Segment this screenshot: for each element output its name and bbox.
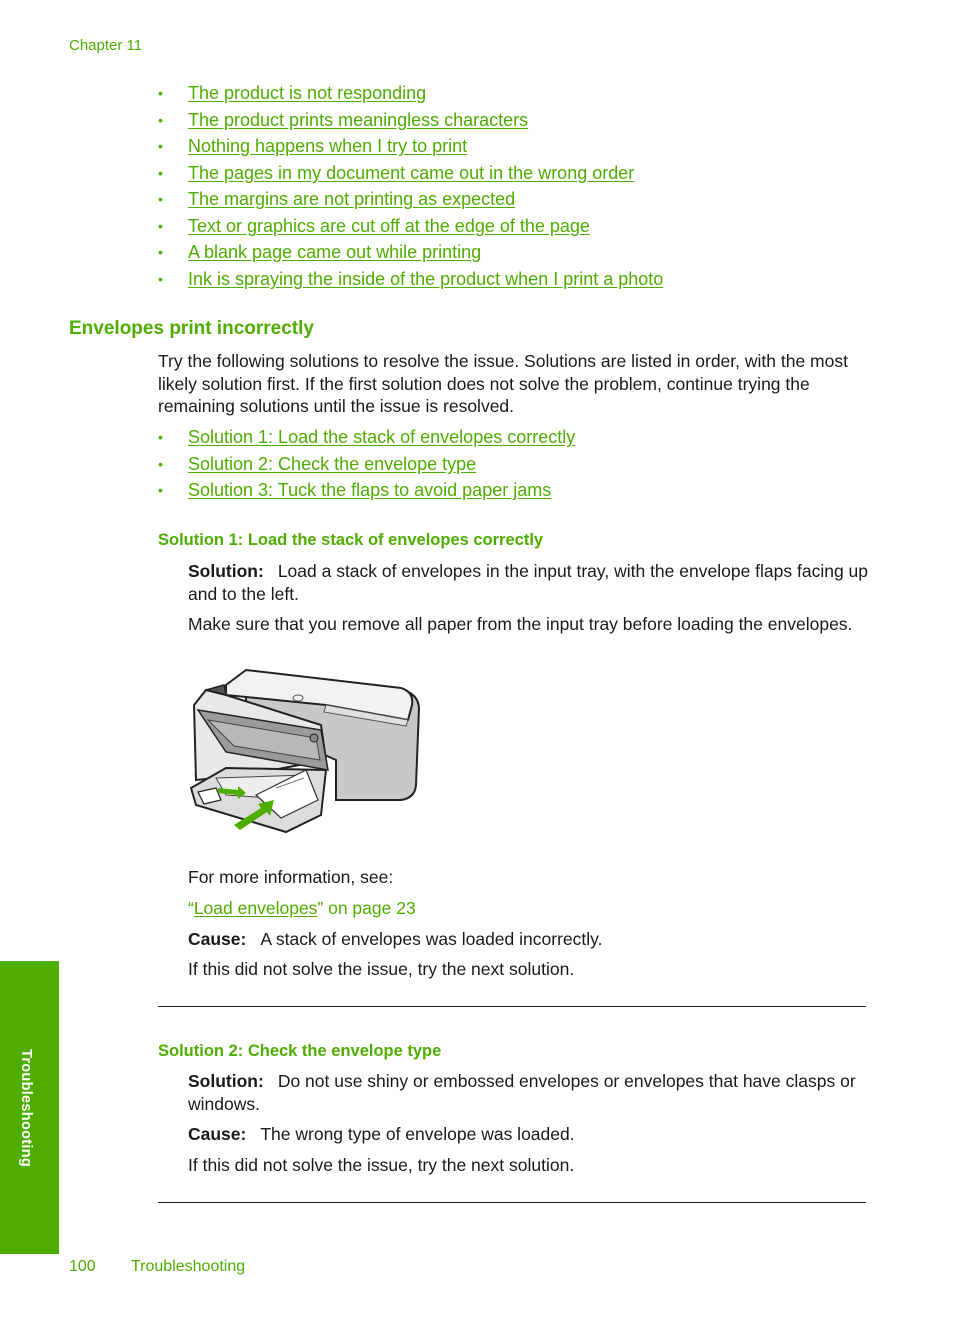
topic-link[interactable]: The product is not responding xyxy=(188,83,426,103)
solution2-cause: Cause: The wrong type of envelope was loa… xyxy=(188,1123,873,1146)
solution1-next: If this did not solve the issue, try the… xyxy=(188,959,575,979)
footer-section: Troubleshooting xyxy=(131,1258,246,1275)
bullet-icon: • xyxy=(158,455,163,472)
list-item: • The pages in my document came out in th… xyxy=(158,160,663,187)
divider xyxy=(158,1202,866,1203)
topic-link[interactable]: The margins are not printing as expected xyxy=(188,189,515,209)
solution1-cause: Cause: A stack of envelopes was loaded in… xyxy=(188,928,873,951)
solution-link[interactable]: Solution 2: Check the envelope type xyxy=(188,454,476,474)
bullet-icon: • xyxy=(158,164,163,181)
solution-link[interactable]: Solution 3: Tuck the flaps to avoid pape… xyxy=(188,480,551,500)
list-item: • Solution 3: Tuck the flaps to avoid pap… xyxy=(158,477,575,504)
bullet-icon: • xyxy=(158,429,163,445)
list-item: • The margins are not printing as expecte… xyxy=(158,186,663,213)
cause-label: Cause: xyxy=(188,1124,247,1144)
solution-label: Solution: xyxy=(188,1071,264,1091)
bullet-icon: • xyxy=(158,482,163,498)
solution1-text: Solution: Load a stack of envelopes in th… xyxy=(188,560,873,605)
bullet-icon: • xyxy=(158,138,163,154)
solution-body: Load a stack of envelopes in the input t… xyxy=(188,561,869,604)
printer-envelope-icon xyxy=(189,668,421,834)
list-item: • Solution 2: Check the envelope type xyxy=(158,451,575,478)
ref-suffix: ” on page 23 xyxy=(317,898,416,918)
bullet-icon: • xyxy=(158,111,163,128)
topic-link[interactable]: Ink is spraying the inside of the produc… xyxy=(188,269,663,289)
side-tab-label: Troubleshooting xyxy=(17,1048,34,1167)
bullet-icon: • xyxy=(158,85,163,101)
solution-label: Solution: xyxy=(188,561,264,581)
solution2-text: Solution: Do not use shiny or embossed en… xyxy=(188,1070,873,1115)
topic-link[interactable]: The pages in my document came out in the… xyxy=(188,163,634,183)
topic-link[interactable]: Text or graphics are cut off at the edge… xyxy=(188,216,590,236)
related-topics-list: • The product is not responding • The prod… xyxy=(158,80,663,292)
list-item: • A blank page came out while printing xyxy=(158,239,663,266)
section-intro: Try the following solutions to resolve t… xyxy=(158,351,848,416)
solution1-heading: Solution 1: Load the stack of envelopes … xyxy=(158,531,544,549)
page-number: 100 xyxy=(69,1258,96,1275)
cause-body: A stack of envelopes was loaded incorrec… xyxy=(260,929,603,949)
list-item: • The product is not responding xyxy=(158,80,663,107)
section-side-tab: Troubleshooting xyxy=(0,961,59,1254)
solution-body: Do not use shiny or embossed envelopes o… xyxy=(188,1071,856,1114)
cause-label: Cause: xyxy=(188,929,247,949)
solution-link[interactable]: Solution 1: Load the stack of envelopes … xyxy=(188,427,575,447)
topic-link[interactable]: A blank page came out while printing xyxy=(188,242,481,262)
solutions-list: • Solution 1: Load the stack of envelopes… xyxy=(158,424,575,504)
list-item: • Solution 1: Load the stack of envelopes… xyxy=(158,424,575,451)
list-item: • Ink is spraying the inside of the produ… xyxy=(158,266,663,293)
solution2-next: If this did not solve the issue, try the… xyxy=(188,1155,575,1175)
topic-link[interactable]: The product prints meaningless character… xyxy=(188,110,528,130)
reference: “Load envelopes” on page 23 xyxy=(188,897,873,920)
divider xyxy=(158,1006,866,1007)
chapter-label: Chapter 11 xyxy=(69,37,143,54)
cause-body: The wrong type of envelope was loaded. xyxy=(260,1124,575,1144)
section-heading: Envelopes print incorrectly xyxy=(69,318,314,339)
load-envelopes-link[interactable]: Load envelopes xyxy=(194,898,318,918)
bullet-icon: • xyxy=(158,217,163,234)
list-item: • The product prints meaningless characte… xyxy=(158,107,663,134)
solution2-heading: Solution 2: Check the envelope type xyxy=(158,1042,442,1060)
bullet-icon: • xyxy=(158,191,163,207)
solution1-note: Make sure that you remove all paper from… xyxy=(188,614,853,634)
list-item: • Nothing happens when I try to print xyxy=(158,133,663,160)
topic-link[interactable]: Nothing happens when I try to print xyxy=(188,136,467,156)
bullet-icon: • xyxy=(158,244,163,260)
bullet-icon: • xyxy=(158,270,163,287)
printer-illustration xyxy=(186,660,426,838)
more-info-label: For more information, see: xyxy=(188,867,394,887)
list-item: • Text or graphics are cut off at the edg… xyxy=(158,213,663,240)
